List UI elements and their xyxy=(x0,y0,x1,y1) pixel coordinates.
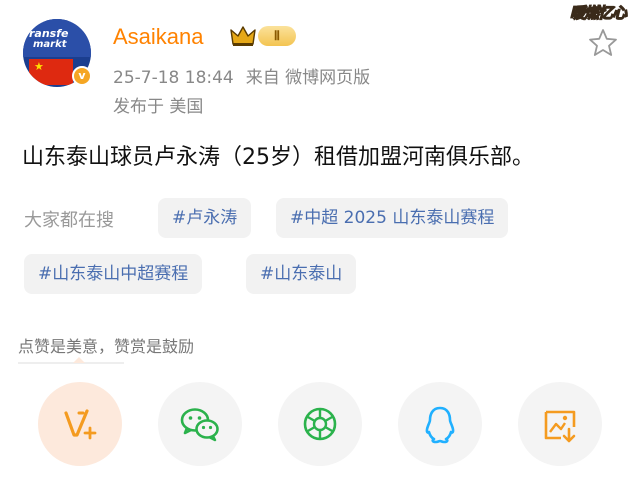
save-image-button[interactable] xyxy=(518,382,602,466)
wechat-icon xyxy=(180,408,219,442)
share-qq-button[interactable] xyxy=(398,382,482,466)
reward-button[interactable] xyxy=(38,382,122,466)
rank-level: Ⅱ xyxy=(258,26,296,46)
post-datetime[interactable]: 25-7-18 18:44 xyxy=(113,68,234,88)
trending-tag[interactable]: #中超 2025 山东泰山赛程 xyxy=(276,198,509,238)
qq-icon xyxy=(425,406,455,444)
save-image-icon xyxy=(544,410,576,443)
corner-sticker: 暖燃忆心 xyxy=(569,3,627,22)
rank-badge[interactable]: Ⅱ xyxy=(230,24,296,48)
share-moments-button[interactable] xyxy=(278,382,362,466)
verified-badge: v xyxy=(72,66,92,86)
trending-tag[interactable]: #山东泰山 xyxy=(246,254,357,294)
trending-search-label: 大家都在搜 xyxy=(24,210,114,231)
crown-icon xyxy=(230,24,256,48)
china-flag-icon: ★ xyxy=(29,59,73,85)
trending-tag[interactable]: #卢永涛 xyxy=(158,198,252,238)
author-name[interactable]: Asaikana xyxy=(113,24,204,50)
post-source: 来自 微博网页版 xyxy=(245,68,371,88)
reward-icon xyxy=(64,409,97,440)
moments-icon xyxy=(303,407,337,441)
post-meta: 25-7-18 18:44 来自 微博网页版 xyxy=(113,63,370,88)
reward-caret xyxy=(73,357,85,363)
share-wechat-button[interactable] xyxy=(158,382,242,466)
avatar-logo-text-2: markt xyxy=(33,39,67,50)
reward-caption: 点赞是美意，赞赏是鼓励 xyxy=(18,337,195,356)
reward-divider xyxy=(18,362,124,364)
post-body: 山东泰山球员卢永涛（25岁）租借加盟河南俱乐部。 xyxy=(22,145,534,170)
post-location: 发布于 美国 xyxy=(113,97,204,117)
trending-tag[interactable]: #山东泰山中超赛程 xyxy=(24,254,203,294)
favorite-star-icon[interactable] xyxy=(588,28,618,58)
